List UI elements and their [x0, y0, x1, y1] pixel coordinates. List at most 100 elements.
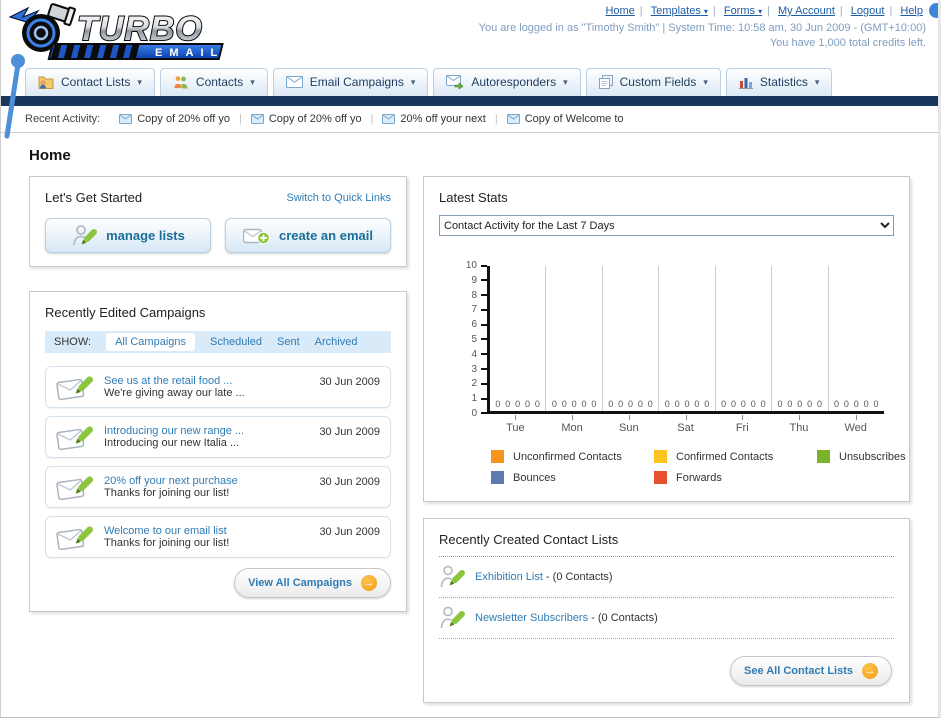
- recent-activity-text: Copy of 20% off yo: [137, 113, 230, 125]
- contact-list-item[interactable]: Newsletter Subscribers - (0 Contacts): [439, 598, 894, 639]
- y-tick-label: 1: [451, 393, 487, 404]
- legend-item: Forwards: [654, 471, 817, 484]
- recent-activity-item[interactable]: Copy of 20% off yo: [119, 113, 230, 125]
- contact-activity-chart: 10 9 8 7 6 5 4 3 2 1 0 000000000000000000000000000…: [451, 260, 906, 484]
- y-tick-label: 6: [451, 319, 487, 330]
- chart-x-label: Thu: [771, 414, 828, 434]
- campaign-date: 30 Jun 2009: [319, 426, 380, 438]
- latest-stats-panel: Latest Stats Contact Activity for the La…: [423, 176, 910, 502]
- filter-archived[interactable]: Archived: [315, 336, 358, 348]
- contact-list-link[interactable]: Exhibition List: [475, 571, 543, 583]
- chart-value-label: 0: [637, 399, 643, 409]
- arrow-right-icon: →: [862, 663, 878, 679]
- chart-value-label: 0: [495, 399, 501, 409]
- chart-value-label: 0: [515, 399, 521, 409]
- chart-day-group: 00000: [772, 266, 829, 411]
- header-right: Home | Templates ▾ | Forms ▾ | My Account | …: [479, 5, 926, 49]
- nav-tab-email-campaigns[interactable]: Email Campaigns ▾: [272, 68, 429, 96]
- filter-sent[interactable]: Sent: [277, 336, 300, 348]
- nav-tab-contact-lists[interactable]: Contact Lists ▾: [25, 68, 155, 96]
- stats-period-select[interactable]: Contact Activity for the Last 7 Days: [439, 215, 894, 236]
- chart-value-label: 0: [787, 399, 793, 409]
- chart-x-label: Sun: [600, 414, 657, 434]
- filter-scheduled[interactable]: Scheduled: [210, 336, 262, 348]
- chart-value-label: 0: [525, 399, 531, 409]
- nav-tab-label: Contacts: [195, 75, 244, 89]
- contact-list-link[interactable]: Newsletter Subscribers: [475, 612, 588, 624]
- envelope-icon: [382, 114, 396, 124]
- campaign-title-link[interactable]: Introducing our new range ...: [104, 425, 309, 437]
- chart-x-label: Sat: [657, 414, 714, 434]
- chart-value-label: 0: [807, 399, 813, 409]
- contact-list-item[interactable]: Exhibition List - (0 Contacts): [439, 557, 894, 598]
- chevron-down-icon: ▾: [814, 76, 820, 87]
- campaign-row[interactable]: Introducing our new range ... Introducin…: [45, 416, 391, 458]
- campaign-row[interactable]: 20% off your next purchase Thanks for jo…: [45, 466, 391, 508]
- chart-legend: Unconfirmed Contacts Confirmed Contacts Un…: [491, 450, 906, 484]
- campaign-row[interactable]: See us at the retail food ... We're givi…: [45, 366, 391, 408]
- campaign-row[interactable]: Welcome to our email list Thanks for joi…: [45, 516, 391, 558]
- brand-logo[interactable]: TURBO EMAIL: [7, 2, 257, 65]
- y-tick-label: 7: [451, 304, 487, 315]
- nav-tab-contacts[interactable]: Contacts ▾: [159, 68, 268, 96]
- nav-tab-custom-fields[interactable]: Custom Fields ▾: [585, 68, 721, 96]
- chart-x-labels: Tue Mon Sun Sat Fri Thu Wed: [487, 414, 884, 434]
- campaign-title-link[interactable]: Welcome to our email list: [104, 525, 309, 537]
- chart-value-label: 0: [534, 399, 540, 409]
- campaign-date: 30 Jun 2009: [319, 476, 380, 488]
- nav-tab-autoresponders[interactable]: Autoresponders ▾: [433, 68, 581, 96]
- y-tick-label: 0: [451, 408, 487, 419]
- separator: |: [639, 5, 643, 17]
- header-link-logout[interactable]: Logout: [851, 5, 885, 17]
- y-tick-label: 8: [451, 290, 487, 301]
- chart-value-label: 0: [730, 399, 736, 409]
- see-all-contact-lists-button[interactable]: See All Contact Lists →: [729, 656, 892, 686]
- header-link-help[interactable]: Help: [900, 5, 923, 17]
- chart-x-label: Fri: [714, 414, 771, 434]
- chart-plot: 10 9 8 7 6 5 4 3 2 1 0 000000000000000000000000000…: [466, 260, 884, 419]
- y-tick-label: 4: [451, 349, 487, 360]
- separator: |: [712, 5, 716, 17]
- campaign-title-link[interactable]: See us at the retail food ...: [104, 375, 309, 387]
- recent-activity-item[interactable]: Copy of Welcome to: [506, 113, 624, 125]
- nav-tab-statistics[interactable]: Statistics ▾: [725, 68, 833, 96]
- chart-value-label: 0: [581, 399, 587, 409]
- main-content: Home Let's Get Started Switch to Quick L…: [1, 133, 938, 703]
- chart-value-label: 0: [561, 399, 567, 409]
- recent-activity-text: 20% off your next: [400, 113, 486, 125]
- filter-all-campaigns[interactable]: All Campaigns: [106, 333, 195, 351]
- chevron-down-icon: ▾: [137, 76, 142, 87]
- recent-activity-item[interactable]: 20% off your next: [382, 113, 486, 125]
- recent-activity-label: Recent Activity:: [25, 113, 101, 125]
- view-all-campaigns-button[interactable]: View All Campaigns →: [234, 568, 391, 598]
- header-link-home[interactable]: Home: [605, 5, 634, 17]
- nav-tab-label: Custom Fields: [619, 75, 697, 89]
- brand-sub-text: EMAIL: [155, 47, 224, 59]
- show-label: SHOW:: [54, 336, 92, 348]
- chart-value-label: 0: [591, 399, 597, 409]
- legend-swatch-icon: [817, 450, 830, 463]
- y-tick-label: 3: [451, 364, 487, 375]
- campaign-title-link[interactable]: 20% off your next purchase: [104, 475, 309, 487]
- header-link-templates[interactable]: Templates ▾: [651, 5, 708, 17]
- chart-value-label: 0: [647, 399, 653, 409]
- create-email-button[interactable]: create an email: [225, 218, 391, 253]
- chart-value-label: 0: [740, 399, 746, 409]
- chart-value-label: 0: [817, 399, 823, 409]
- main-nav: Contact Lists ▾ Contacts ▾ Email Campaig…: [1, 68, 938, 96]
- switch-quick-links-link[interactable]: Switch to Quick Links: [286, 192, 391, 204]
- pin-decoration: [3, 52, 29, 143]
- latest-stats-title: Latest Stats: [439, 190, 508, 205]
- get-started-panel: Let's Get Started Switch to Quick Links …: [29, 176, 407, 267]
- recent-activity-item[interactable]: Copy of 20% off yo: [250, 113, 362, 125]
- header-link-my-account[interactable]: My Account: [778, 5, 835, 17]
- envelope-icon: [119, 114, 133, 124]
- list-edit-icon: [439, 564, 465, 590]
- legend-swatch-icon: [654, 471, 667, 484]
- recent-campaigns-title: Recently Edited Campaigns: [45, 305, 206, 320]
- manage-lists-button[interactable]: manage lists: [45, 218, 211, 253]
- page-title: Home: [29, 147, 71, 164]
- legend-item: Unconfirmed Contacts: [491, 450, 654, 463]
- legend-swatch-icon: [654, 450, 667, 463]
- header-link-forms[interactable]: Forms ▾: [724, 5, 762, 17]
